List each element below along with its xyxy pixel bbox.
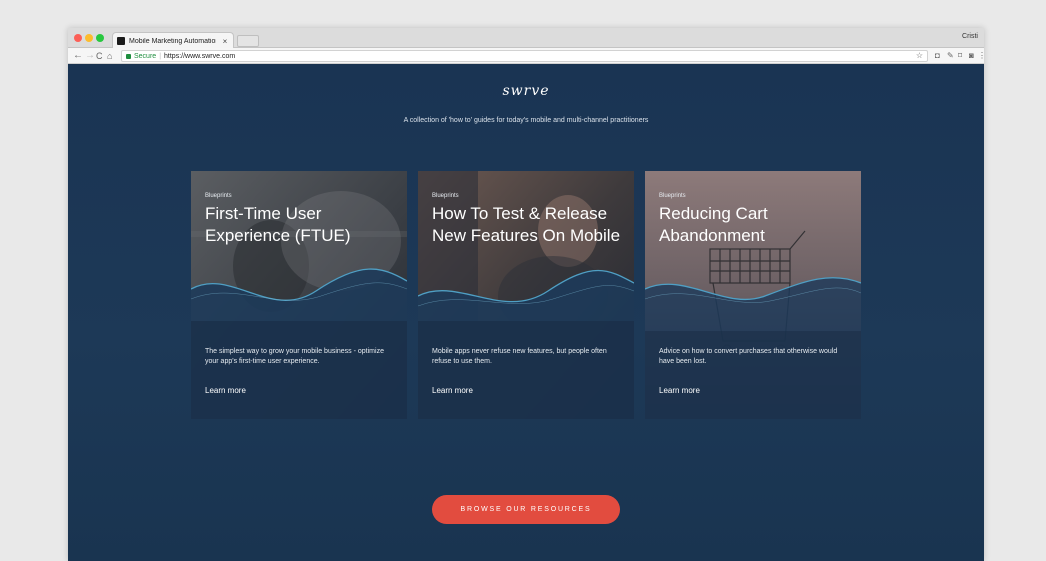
card-title[interactable]: Reducing Cart Abandonment — [659, 203, 854, 247]
pencil-icon[interactable]: ✎ — [947, 51, 954, 61]
browser-tab[interactable]: Mobile Marketing Automation, × — [112, 32, 234, 49]
bookmark-star-icon[interactable]: ☆ — [916, 51, 923, 60]
card-description: The simplest way to grow your mobile bus… — [205, 348, 384, 365]
tab-bar: Mobile Marketing Automation, × Cristi — [68, 28, 984, 49]
browse-resources-button[interactable]: BROWSE OUR RESOURCES — [432, 495, 620, 524]
camera-icon[interactable]: ◙ — [969, 51, 974, 61]
new-tab-button[interactable] — [237, 35, 259, 47]
pocket-icon[interactable]: ◘ — [935, 51, 940, 61]
browser-toolbar: ← → C ⌂ Secure | https://www.swrve.com ☆… — [68, 48, 984, 64]
menu-icon[interactable]: ⋮ — [978, 51, 984, 61]
cast-icon[interactable]: ⌑ — [958, 51, 962, 61]
home-icon[interactable]: ⌂ — [107, 50, 112, 62]
maximize-window-button[interactable] — [96, 34, 104, 42]
card-kicker: Blueprints — [432, 193, 459, 199]
forward-arrow-icon[interactable]: → — [85, 50, 95, 62]
card-description: Mobile apps never refuse new features, b… — [432, 348, 607, 365]
url-separator: | — [159, 52, 162, 60]
address-bar[interactable]: Secure | https://www.swrve.com ☆ — [121, 50, 928, 62]
secure-label: Secure — [134, 52, 157, 60]
card-title[interactable]: How To Test & Release New Features On Mo… — [432, 203, 627, 247]
card-kicker: Blueprints — [205, 193, 232, 199]
lock-icon — [126, 54, 131, 59]
page-tagline: A collection of 'how to' guides for toda… — [403, 117, 649, 124]
guide-card-cart-abandonment[interactable]: Blueprints Reducing Cart Abandonment Adv… — [645, 171, 861, 419]
browser-window: Mobile Marketing Automation, × Cristi ← … — [68, 28, 984, 561]
url-text[interactable]: https://www.swrve.com — [164, 53, 235, 60]
learn-more-link[interactable]: Learn more — [659, 386, 700, 395]
card-content: Blueprints First-Time User Experience (F… — [205, 171, 400, 419]
card-content: Blueprints Reducing Cart Abandonment Adv… — [659, 171, 854, 419]
back-arrow-icon[interactable]: ← — [73, 50, 83, 62]
profile-name[interactable]: Cristi — [962, 33, 978, 40]
minimize-window-button[interactable] — [85, 34, 93, 42]
close-window-button[interactable] — [74, 34, 82, 42]
card-description: Advice on how to convert purchases that … — [659, 348, 838, 365]
learn-more-link[interactable]: Learn more — [205, 386, 246, 395]
card-content: Blueprints How To Test & Release New Fea… — [432, 171, 627, 419]
card-title[interactable]: First-Time User Experience (FTUE) — [205, 203, 400, 247]
tab-title: Mobile Marketing Automation, — [129, 37, 216, 45]
swrve-favicon-icon — [117, 37, 125, 45]
guide-card-ftue[interactable]: Blueprints First-Time User Experience (F… — [191, 171, 407, 419]
reload-icon[interactable]: C — [96, 50, 103, 62]
swrve-logo[interactable]: swrve — [68, 83, 984, 99]
tab-close-icon[interactable]: × — [220, 37, 230, 46]
learn-more-link[interactable]: Learn more — [432, 386, 473, 395]
guide-card-test-release[interactable]: Blueprints How To Test & Release New Fea… — [418, 171, 634, 419]
card-kicker: Blueprints — [659, 193, 686, 199]
page-content: swrve A collection of 'how to' guides fo… — [68, 65, 984, 561]
